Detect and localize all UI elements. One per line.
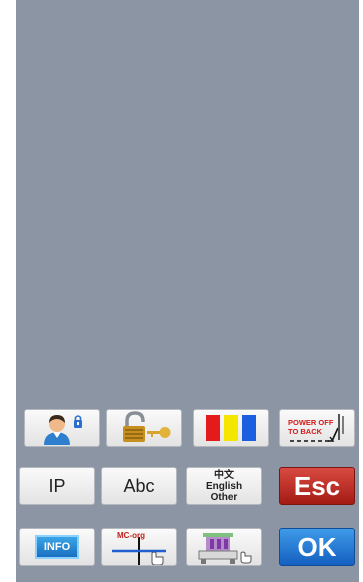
language-labels: 中文 English Other bbox=[206, 470, 242, 503]
esc-label: Esc bbox=[293, 470, 341, 501]
ok-button[interactable]: OK bbox=[279, 528, 355, 566]
needle-icon bbox=[290, 414, 344, 442]
power-off-to-back-button[interactable]: POWER OFF TO BACK bbox=[279, 409, 355, 447]
machine-button[interactable] bbox=[186, 528, 262, 566]
abc-label: Abc bbox=[123, 475, 155, 496]
esc-button[interactable]: Esc bbox=[279, 467, 355, 505]
info-label: INFO bbox=[43, 541, 71, 553]
info-button[interactable]: INFO bbox=[19, 528, 95, 566]
lang-english-label: English bbox=[205, 480, 243, 492]
padlock-key-icon bbox=[123, 411, 171, 442]
color-bars-button[interactable] bbox=[193, 409, 269, 447]
info-icon: INFO bbox=[35, 535, 79, 559]
unlock-button[interactable] bbox=[106, 409, 182, 447]
user-lock-button[interactable] bbox=[24, 409, 100, 447]
lang-other-label: Other bbox=[210, 491, 238, 503]
mc-org-label: MC-org bbox=[117, 531, 145, 540]
color-bars-icon bbox=[206, 415, 256, 441]
user-lock-icon bbox=[44, 415, 82, 445]
language-button[interactable]: 中文 English Other bbox=[186, 467, 262, 505]
mc-org-button[interactable]: MC-org bbox=[101, 528, 177, 566]
ip-label: IP bbox=[48, 475, 66, 496]
abc-button[interactable]: Abc bbox=[101, 467, 177, 505]
ok-label: OK bbox=[297, 531, 337, 562]
embroidery-machine-icon bbox=[198, 533, 252, 564]
ip-button[interactable]: IP bbox=[19, 467, 95, 505]
lang-chinese-label: 中文 bbox=[214, 469, 234, 481]
